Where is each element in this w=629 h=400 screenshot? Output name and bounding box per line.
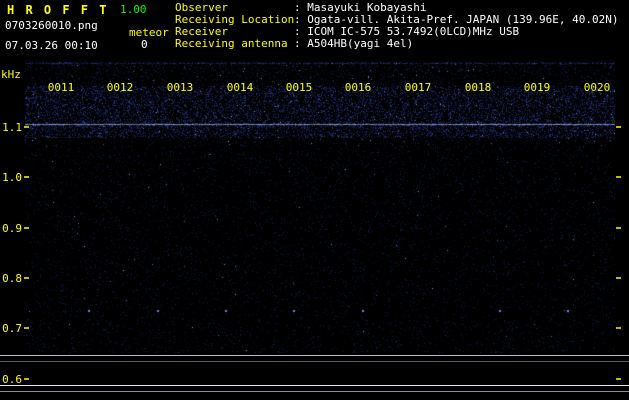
freq-tick-left bbox=[24, 227, 29, 229]
signal-strip-grid-line bbox=[0, 361, 629, 362]
freq-tick-right bbox=[616, 176, 621, 178]
time-tick-label: 0015 bbox=[285, 81, 313, 94]
khz-axis-label: kHz bbox=[1, 68, 21, 81]
mode-label: meteor bbox=[129, 26, 169, 39]
time-tick-label: 0017 bbox=[404, 81, 432, 94]
signal-strip-bottom-line bbox=[0, 391, 629, 392]
info-value: : A504HB(yagi 4el) bbox=[294, 37, 414, 50]
freq-tick-left bbox=[24, 378, 29, 380]
time-tick-label: 0011 bbox=[47, 81, 75, 94]
freq-tick-left bbox=[24, 176, 29, 178]
info-row-antenna: Receiving antenna : A504HB(yagi 4el) bbox=[175, 38, 619, 50]
freq-tick-right bbox=[616, 227, 621, 229]
meteor-count: 0 bbox=[141, 38, 148, 51]
filename: 0703260010.png bbox=[5, 19, 98, 32]
signal-strip-top-line bbox=[0, 355, 629, 356]
time-tick-label: 0013 bbox=[166, 81, 194, 94]
freq-tick-label: 0.9 bbox=[2, 222, 22, 235]
datetime-label: 07.03.26 00:10 bbox=[5, 39, 98, 52]
freq-tick-label: 0.8 bbox=[2, 272, 22, 285]
spectrogram-canvas bbox=[25, 62, 615, 353]
freq-tick-left bbox=[24, 277, 29, 279]
freq-tick-right bbox=[616, 277, 621, 279]
freq-tick-label: 1.0 bbox=[2, 171, 22, 184]
time-tick-label: 0014 bbox=[226, 81, 254, 94]
freq-tick-label: 0.7 bbox=[2, 322, 22, 335]
time-tick-label: 0012 bbox=[106, 81, 134, 94]
freq-tick-left bbox=[24, 327, 29, 329]
freq-tick-label: 1.1 bbox=[2, 121, 22, 134]
hrofft-screen: H R O F F T 1.00 0703260010.png meteor 0… bbox=[0, 0, 629, 400]
freq-tick-right bbox=[616, 378, 621, 380]
freq-tick-right bbox=[616, 126, 621, 128]
time-tick-label: 0019 bbox=[523, 81, 551, 94]
app-title: H R O F F T bbox=[7, 3, 109, 17]
freq-tick-right bbox=[616, 327, 621, 329]
time-tick-label: 0020 bbox=[583, 81, 611, 94]
signal-strip-trace-line bbox=[0, 385, 629, 386]
app-version: 1.00 bbox=[120, 3, 147, 16]
station-info-block: Observer : Masayuki Kobayashi Receiving … bbox=[175, 2, 619, 50]
time-tick-label: 0016 bbox=[344, 81, 372, 94]
time-tick-label: 0018 bbox=[464, 81, 492, 94]
freq-tick-left bbox=[24, 126, 29, 128]
info-label: Receiving antenna bbox=[175, 37, 288, 50]
